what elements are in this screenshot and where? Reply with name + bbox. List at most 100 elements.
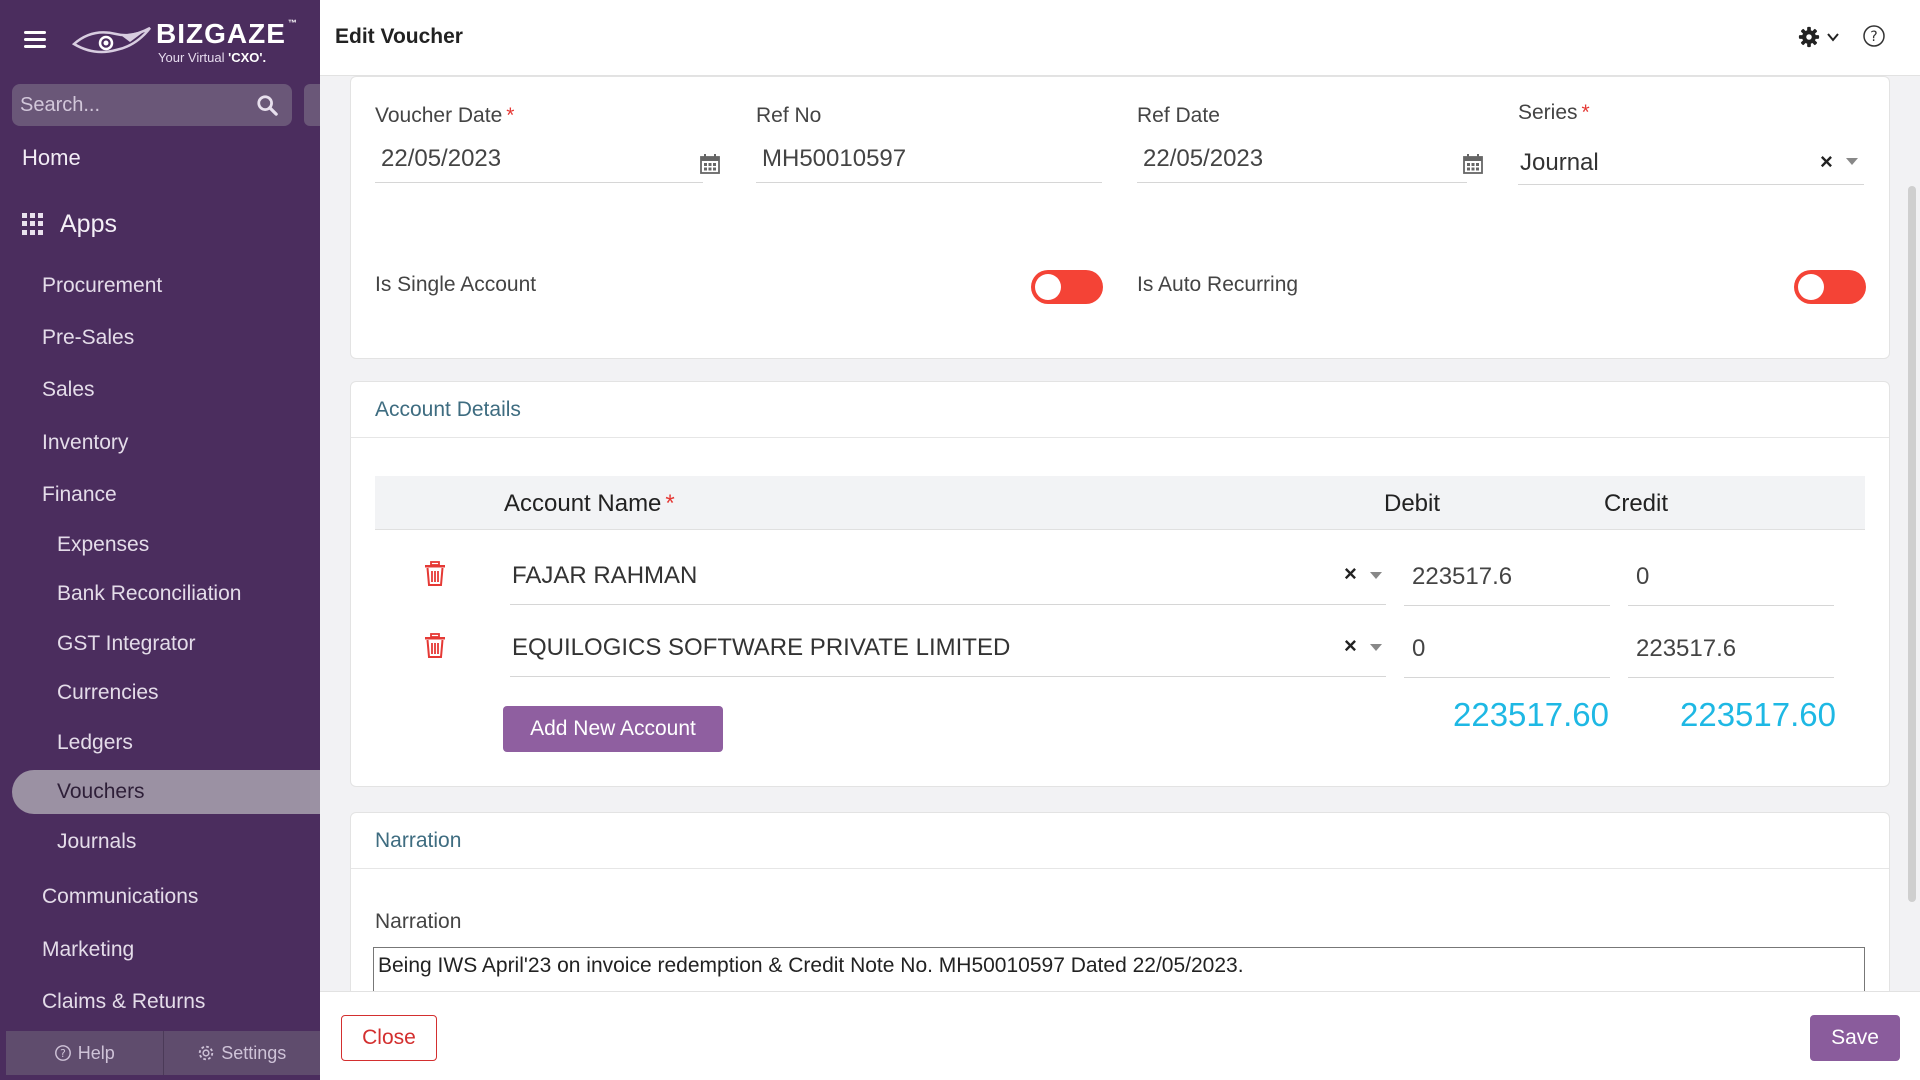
sidebar-item-currencies[interactable]: Currencies bbox=[0, 671, 320, 715]
close-button[interactable]: Close bbox=[341, 1015, 437, 1061]
help-button[interactable]: ? Help bbox=[6, 1031, 163, 1075]
settings-menu[interactable] bbox=[1798, 26, 1840, 48]
sidebar-item-vouchers[interactable]: Vouchers bbox=[12, 770, 320, 814]
logo-tagline-bold: 'CXO'. bbox=[228, 50, 267, 65]
clear-icon[interactable]: × bbox=[1344, 561, 1357, 587]
sidebar-item-communications[interactable]: Communications bbox=[0, 875, 320, 919]
settings-label: Settings bbox=[221, 1042, 287, 1063]
sidebar-item-label: Marketing bbox=[42, 938, 135, 961]
sidebar-search bbox=[12, 84, 292, 126]
calendar-icon[interactable] bbox=[699, 153, 721, 175]
form-scroll-area[interactable]: Voucher Date* Ref No Ref Date Series* Jo… bbox=[320, 76, 1920, 991]
account-details-card: Account Details Account Name * Debit Cred… bbox=[350, 381, 1890, 787]
credit-input[interactable]: 223517.6 bbox=[1628, 620, 1834, 678]
main-panel: Edit Voucher ? Voucher Date* Ref No bbox=[320, 0, 1920, 1080]
chevron-down-icon[interactable] bbox=[1370, 572, 1382, 579]
col-account-name: Account Name * bbox=[504, 490, 675, 517]
sidebar-item-marketing[interactable]: Marketing bbox=[0, 928, 320, 972]
sidebar-item-pre-sales[interactable]: Pre-Sales bbox=[0, 316, 320, 360]
question-circle-icon: ? bbox=[54, 1045, 71, 1061]
sidebar-item-label: Communications bbox=[42, 885, 199, 908]
add-new-account-button[interactable]: Add New Account bbox=[503, 706, 723, 752]
narration-textarea[interactable]: Being IWS April'23 on invoice redemption… bbox=[373, 947, 1865, 991]
scrollbar[interactable] bbox=[1908, 186, 1916, 902]
account-name-value: EQUILOGICS SOFTWARE PRIVATE LIMITED bbox=[512, 633, 1011, 661]
sidebar-item-label: GST Integrator bbox=[57, 632, 196, 655]
page-title: Edit Voucher bbox=[335, 25, 463, 48]
required-mark: * bbox=[1581, 101, 1590, 124]
col-debit: Debit bbox=[1384, 490, 1441, 517]
debit-input[interactable]: 223517.6 bbox=[1404, 548, 1610, 606]
svg-text:?: ? bbox=[1870, 29, 1877, 45]
narration-header: Narration bbox=[351, 813, 1889, 869]
chevron-down-icon[interactable] bbox=[1826, 30, 1840, 44]
help-icon[interactable]: ? bbox=[1862, 24, 1886, 48]
clear-icon[interactable]: × bbox=[1820, 149, 1833, 175]
narration-label: Narration bbox=[375, 910, 462, 933]
credit-input[interactable]: 0 bbox=[1628, 548, 1834, 606]
account-name-select[interactable]: FAJAR RAHMAN × bbox=[510, 547, 1386, 605]
is-auto-recurring-toggle[interactable] bbox=[1794, 270, 1866, 304]
sidebar-item-procurement[interactable]: Procurement bbox=[0, 264, 320, 308]
sidebar: BIZGAZE™ Your Virtual 'CXO'. Home Apps P… bbox=[0, 0, 320, 1080]
help-label: Help bbox=[77, 1042, 115, 1063]
sidebar-item-label: Apps bbox=[60, 209, 117, 238]
account-name-select[interactable]: EQUILOGICS SOFTWARE PRIVATE LIMITED × bbox=[510, 619, 1386, 677]
chevron-down-icon[interactable] bbox=[1370, 644, 1382, 651]
form-footer: Close Save bbox=[320, 991, 1920, 1080]
series-select[interactable]: Journal × bbox=[1518, 135, 1864, 185]
sidebar-item-inventory[interactable]: Inventory bbox=[0, 421, 320, 465]
logo-trademark: ™ bbox=[287, 18, 298, 28]
trash-icon[interactable] bbox=[423, 561, 447, 587]
logo-name: BIZGAZE bbox=[156, 18, 286, 49]
gear-icon bbox=[199, 1045, 214, 1061]
ref-date-input[interactable] bbox=[1137, 135, 1467, 183]
bizgaze-logo[interactable]: BIZGAZE ™ Your Virtual 'CXO'. bbox=[72, 16, 297, 66]
clear-icon[interactable]: × bbox=[1344, 633, 1357, 659]
hamburger-menu-icon[interactable] bbox=[24, 31, 46, 49]
toggle-knob bbox=[1035, 274, 1061, 300]
sidebar-item-sales[interactable]: Sales bbox=[0, 368, 320, 412]
ref-no-input[interactable] bbox=[756, 135, 1102, 183]
sidebar-item-journals[interactable]: Journals bbox=[0, 820, 320, 864]
is-single-account-label: Is Single Account bbox=[375, 273, 537, 296]
account-name-value: FAJAR RAHMAN bbox=[512, 561, 698, 589]
debit-input[interactable]: 0 bbox=[1404, 620, 1610, 678]
sidebar-item-apps[interactable]: Apps bbox=[0, 202, 320, 246]
is-auto-recurring-label: Is Auto Recurring bbox=[1137, 273, 1299, 296]
gear-icon[interactable] bbox=[1798, 26, 1820, 48]
voucher-date-input[interactable] bbox=[375, 135, 703, 183]
save-button[interactable]: Save bbox=[1810, 1015, 1900, 1061]
account-details-header: Account Details bbox=[351, 382, 1889, 438]
sidebar-item-finance[interactable]: Finance bbox=[0, 473, 320, 517]
sidebar-item-label: Journals bbox=[57, 830, 137, 853]
required-mark: * bbox=[506, 104, 515, 127]
settings-button[interactable]: Settings bbox=[162, 1031, 321, 1075]
sidebar-item-label: Sales bbox=[42, 378, 95, 401]
total-credit: 223517.60 bbox=[1680, 696, 1836, 733]
sidebar-item-claims-returns[interactable]: Claims & Returns bbox=[0, 980, 320, 1024]
sidebar-item-label: Ledgers bbox=[57, 731, 133, 754]
sidebar-item-expenses[interactable]: Expenses bbox=[0, 523, 320, 567]
search-input[interactable] bbox=[12, 84, 252, 126]
sidebar-item-label: Bank Reconciliation bbox=[57, 582, 242, 605]
search-icon[interactable] bbox=[256, 94, 278, 116]
is-single-account-toggle[interactable] bbox=[1031, 270, 1103, 304]
sidebar-header: BIZGAZE ™ Your Virtual 'CXO'. bbox=[0, 0, 320, 76]
sidebar-item-label: Expenses bbox=[57, 533, 150, 556]
ref-date-label: Ref Date bbox=[1137, 104, 1220, 127]
narration-card: Narration Narration Being IWS April'23 o… bbox=[350, 812, 1890, 991]
ref-no-label: Ref No bbox=[756, 104, 822, 127]
trash-icon[interactable] bbox=[423, 633, 447, 659]
svg-text:?: ? bbox=[60, 1047, 66, 1060]
sidebar-item-label: Inventory bbox=[42, 431, 129, 454]
account-table-header: Account Name * Debit Credit bbox=[375, 476, 1865, 530]
sidebar-item-gst-integrator[interactable]: GST Integrator bbox=[0, 622, 320, 666]
chevron-down-icon[interactable] bbox=[1846, 158, 1858, 165]
required-mark: * bbox=[665, 490, 675, 517]
calendar-icon[interactable] bbox=[1462, 153, 1484, 175]
sidebar-item-bank-reconciliation[interactable]: Bank Reconciliation bbox=[0, 572, 320, 616]
sidebar-item-home[interactable]: Home bbox=[0, 136, 320, 180]
sidebar-item-ledgers[interactable]: Ledgers bbox=[0, 721, 320, 765]
apps-grid-icon bbox=[22, 213, 44, 235]
